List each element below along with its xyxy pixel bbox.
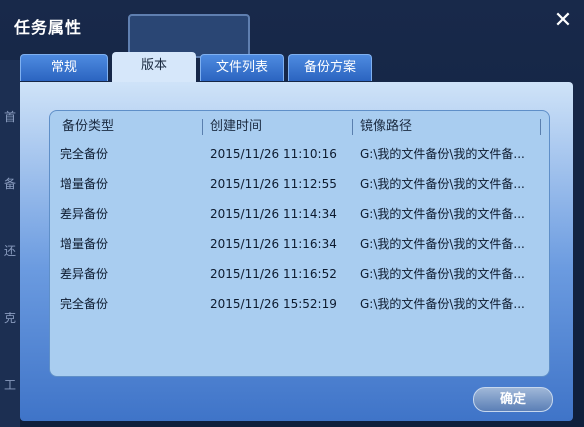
cell-image-path: G:\我的文件备份\我的文件备... bbox=[360, 147, 525, 161]
table-row[interactable]: 差异备份 2015/11/26 11:14:34 G:\我的文件备份\我的文件备… bbox=[50, 199, 549, 229]
cell-backup-type: 增量备份 bbox=[60, 177, 109, 191]
table-row[interactable]: 增量备份 2015/11/26 11:16:34 G:\我的文件备份\我的文件备… bbox=[50, 229, 549, 259]
cell-image-path: G:\我的文件备份\我的文件备... bbox=[360, 297, 525, 311]
cell-created-time: 2015/11/26 11:16:52 bbox=[210, 267, 337, 281]
tab-bar: 常规 版本 文件列表 备份方案 bbox=[20, 52, 376, 82]
version-table[interactable]: 备份类型 创建时间 镜像路径 完全备份 2015/11/26 11:10:16 … bbox=[49, 110, 550, 377]
column-divider bbox=[540, 119, 541, 135]
column-header-image-path[interactable]: 镜像路径 bbox=[360, 117, 412, 137]
cell-created-time: 2015/11/26 11:14:34 bbox=[210, 207, 337, 221]
table-header: 备份类型 创建时间 镜像路径 bbox=[50, 117, 549, 137]
dialog-title: 任务属性 bbox=[14, 18, 83, 37]
cell-backup-type: 增量备份 bbox=[60, 237, 109, 251]
close-icon[interactable]: ✕ bbox=[552, 10, 574, 32]
column-divider[interactable] bbox=[352, 119, 353, 135]
cell-backup-type: 差异备份 bbox=[60, 267, 109, 281]
ok-button[interactable]: 确定 bbox=[473, 387, 553, 412]
tab-backup-plan[interactable]: 备份方案 bbox=[288, 54, 372, 81]
column-header-backup-type[interactable]: 备份类型 bbox=[62, 117, 114, 137]
table-row[interactable]: 完全备份 2015/11/26 15:52:19 G:\我的文件备份\我的文件备… bbox=[50, 289, 549, 319]
cell-backup-type: 差异备份 bbox=[60, 207, 109, 221]
cell-created-time: 2015/11/26 11:16:34 bbox=[210, 237, 337, 251]
column-divider[interactable] bbox=[202, 119, 203, 135]
cell-backup-type: 完全备份 bbox=[60, 147, 109, 161]
table-row[interactable]: 差异备份 2015/11/26 11:16:52 G:\我的文件备份\我的文件备… bbox=[50, 259, 549, 289]
tab-version[interactable]: 版本 bbox=[112, 52, 196, 82]
version-panel: 备份类型 创建时间 镜像路径 完全备份 2015/11/26 11:10:16 … bbox=[20, 82, 573, 421]
cell-created-time: 2015/11/26 11:10:16 bbox=[210, 147, 337, 161]
table-row[interactable]: 增量备份 2015/11/26 11:12:55 G:\我的文件备份\我的文件备… bbox=[50, 169, 549, 199]
tab-general[interactable]: 常规 bbox=[20, 54, 108, 81]
column-header-created-time[interactable]: 创建时间 bbox=[210, 117, 262, 137]
cell-backup-type: 完全备份 bbox=[60, 297, 109, 311]
cell-image-path: G:\我的文件备份\我的文件备... bbox=[360, 237, 525, 251]
cell-image-path: G:\我的文件备份\我的文件备... bbox=[360, 267, 525, 281]
cell-image-path: G:\我的文件备份\我的文件备... bbox=[360, 207, 525, 221]
tab-file-list[interactable]: 文件列表 bbox=[200, 54, 284, 81]
task-properties-dialog: 任务属性 ✕ 常规 版本 文件列表 备份方案 备份类型 创建时间 镜像路径 完全… bbox=[0, 0, 584, 427]
cell-created-time: 2015/11/26 11:12:55 bbox=[210, 177, 337, 191]
cell-image-path: G:\我的文件备份\我的文件备... bbox=[360, 177, 525, 191]
table-row[interactable]: 完全备份 2015/11/26 11:10:16 G:\我的文件备份\我的文件备… bbox=[50, 139, 549, 169]
cell-created-time: 2015/11/26 15:52:19 bbox=[210, 297, 337, 311]
